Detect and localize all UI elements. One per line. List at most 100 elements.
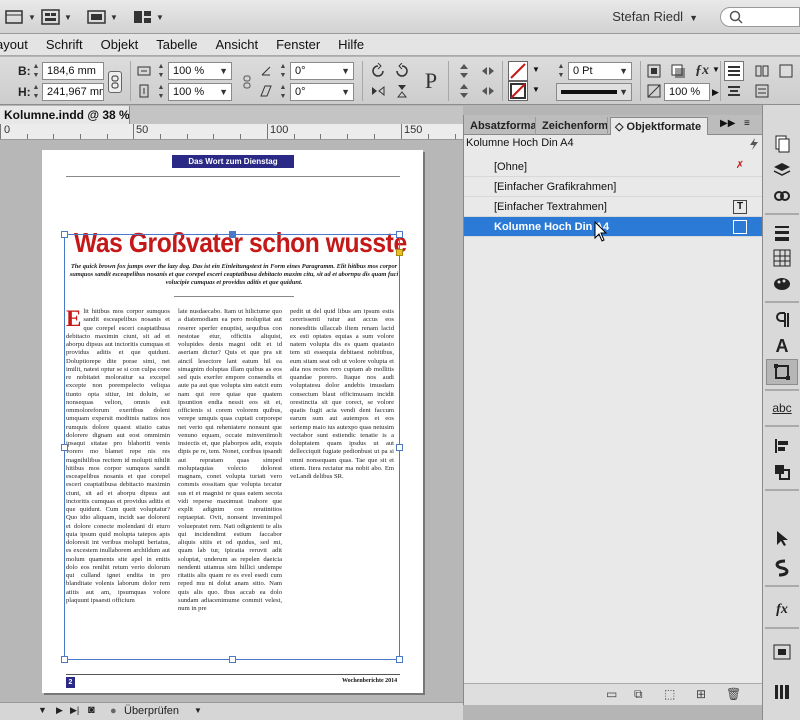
text-frame-options-icon[interactable] [752,81,772,101]
interactive-panel-icon[interactable] [766,525,798,551]
stroke-swatch-icon[interactable] [508,81,528,101]
align-center-icon[interactable] [724,81,744,101]
stroke-weight-stepper[interactable]: ▲ ▼ [556,62,566,80]
clear-overrides-icon[interactable]: ⧉ [634,687,643,702]
resize-handle[interactable] [396,656,403,663]
links-panel-icon[interactable] [766,183,798,209]
trash-icon[interactable]: 🗑 [726,687,741,701]
style-item-textrahmen[interactable]: [Einfacher Textrahmen] T [464,197,763,217]
new-group-icon[interactable]: ▭ [606,687,617,701]
tab-absatzformate[interactable]: Absatzformat [466,117,536,135]
panel-menu-icon[interactable]: ≡ [744,118,750,129]
preflight-label[interactable]: Überprüfen [124,705,179,717]
layers-panel-icon[interactable] [766,157,798,183]
shear-stepper[interactable]: ▲ ▼ [278,83,288,101]
more-options-icon[interactable] [776,61,796,81]
resize-handle[interactable] [61,656,68,663]
resize-handle[interactable] [396,444,403,451]
paragraph-styles-panel-icon[interactable] [766,307,798,333]
rotate-counterclockwise-icon[interactable] [392,61,412,81]
fill-swatch-icon[interactable] [508,61,528,81]
drop-shadow-icon[interactable] [668,61,688,81]
pages-panel-icon[interactable] [766,131,798,157]
effects-fx-icon[interactable]: ƒx [692,61,712,81]
color-panel-icon[interactable] [766,271,798,297]
layout-menu-icon[interactable]: ▼ [4,7,36,27]
user-account[interactable]: Stefan Riedl ▼ [612,9,698,24]
preflight-icon[interactable]: ◙ [88,704,95,716]
scale-y-stepper[interactable]: ▲ ▼ [156,83,166,101]
menu-ansicht[interactable]: Ansicht [206,37,267,52]
select-container-icon[interactable] [454,61,474,81]
chevron-down-icon[interactable]: ▼ [532,65,540,74]
select-content-icon[interactable] [454,81,474,101]
width-stepper[interactable]: ▲ ▼ [31,62,41,80]
view-options-icon[interactable]: ▼ [40,7,72,27]
scale-x-stepper[interactable]: ▲ ▼ [156,62,166,80]
chevron-down-icon[interactable]: ▼ [194,706,202,715]
arrange-documents-icon[interactable]: ▼ [132,7,164,27]
tab-zeichenformate[interactable]: Zeichenforma [538,117,608,135]
flip-horizontal-icon[interactable] [368,81,388,101]
object-styles-panel-icon[interactable] [766,359,798,385]
rotation-stepper[interactable]: ▲ ▼ [278,62,288,80]
opacity-field[interactable]: 100 % [664,83,710,101]
resize-handle[interactable] [61,231,68,238]
menu-schrift[interactable]: Schrift [37,37,92,52]
scale-x-field[interactable]: 100 % ▼ [168,62,232,80]
collapse-panel-icon[interactable]: ▶▶ [720,118,735,129]
rotation-field[interactable]: 0° ▼ [290,62,354,80]
stroke-type-field[interactable]: ▼ [556,83,632,101]
resize-handle[interactable] [229,656,236,663]
tab-objektformate[interactable]: ◇ Objektformate [610,117,708,135]
menu-layout[interactable]: ayout [0,37,37,52]
style-item-grafikrahmen[interactable]: [Einfacher Grafikrahmen] [464,177,763,197]
pathfinder-panel-icon[interactable] [766,459,798,485]
help-search-input[interactable] [720,7,800,27]
select-next-icon[interactable] [478,81,498,101]
chevron-down-icon[interactable]: ▼ [712,65,720,74]
reference-point-p-icon[interactable]: P [418,65,444,97]
height-field[interactable]: 241,967 mm [42,83,104,101]
last-page-icon[interactable]: ▶| [70,705,79,716]
horizontal-ruler[interactable]: 0 50 100 150 [0,124,463,140]
effects-panel-icon[interactable]: fx [766,597,798,623]
lightning-icon[interactable] [747,137,761,151]
scale-y-field[interactable]: 100 % ▼ [168,83,232,101]
chevron-down-icon[interactable]: ▼ [532,85,540,94]
resize-handle[interactable] [229,231,236,238]
screen-mode-icon[interactable]: ▼ [86,7,118,27]
menu-objekt[interactable]: Objekt [92,37,148,52]
resize-handle[interactable] [61,444,68,451]
width-field[interactable]: 184,6 mm [42,62,104,80]
frame-fitting-icon[interactable] [644,61,664,81]
columns-icon[interactable] [752,61,772,81]
swatches-panel-icon[interactable] [766,245,798,271]
document-tab[interactable]: Kolumne.indd @ 38 % × [0,106,130,124]
menu-hilfe[interactable]: Hilfe [329,37,373,52]
new-style-icon[interactable]: ⊞ [696,687,706,701]
clear-attributes-icon[interactable]: ⬚ [664,687,675,701]
chevron-down-icon[interactable]: ▼ [38,705,47,715]
align-left-icon[interactable] [724,61,744,81]
stroke-panel-icon[interactable] [766,219,798,245]
resize-handle[interactable] [396,231,403,238]
menu-tabelle[interactable]: Tabelle [147,37,206,52]
style-item-kolumne[interactable]: Kolumne Hoch Din A4 [464,217,763,237]
constrain-proportions-link-icon[interactable] [108,71,122,93]
stroke-weight-field[interactable]: 0 Pt ▼ [568,62,632,80]
select-previous-icon[interactable] [478,61,498,81]
shear-field[interactable]: 0° ▼ [290,83,354,101]
menu-fenster[interactable]: Fenster [267,37,329,52]
align-panel-icon[interactable] [766,433,798,459]
chevron-right-icon[interactable]: ▶ [712,87,719,98]
selected-text-frame[interactable] [61,231,403,663]
script-panel-icon[interactable] [766,555,798,581]
text-wrap-panel-icon[interactable] [766,639,798,665]
library-panel-icon[interactable] [766,679,798,705]
height-stepper[interactable]: ▲ ▼ [31,83,41,101]
glyphs-panel-icon[interactable]: abc [766,395,798,421]
style-item-ohne[interactable]: [Ohne] ✗ [464,157,763,177]
frame-options-handle[interactable] [396,249,403,256]
rotate-clockwise-icon[interactable] [368,61,388,81]
